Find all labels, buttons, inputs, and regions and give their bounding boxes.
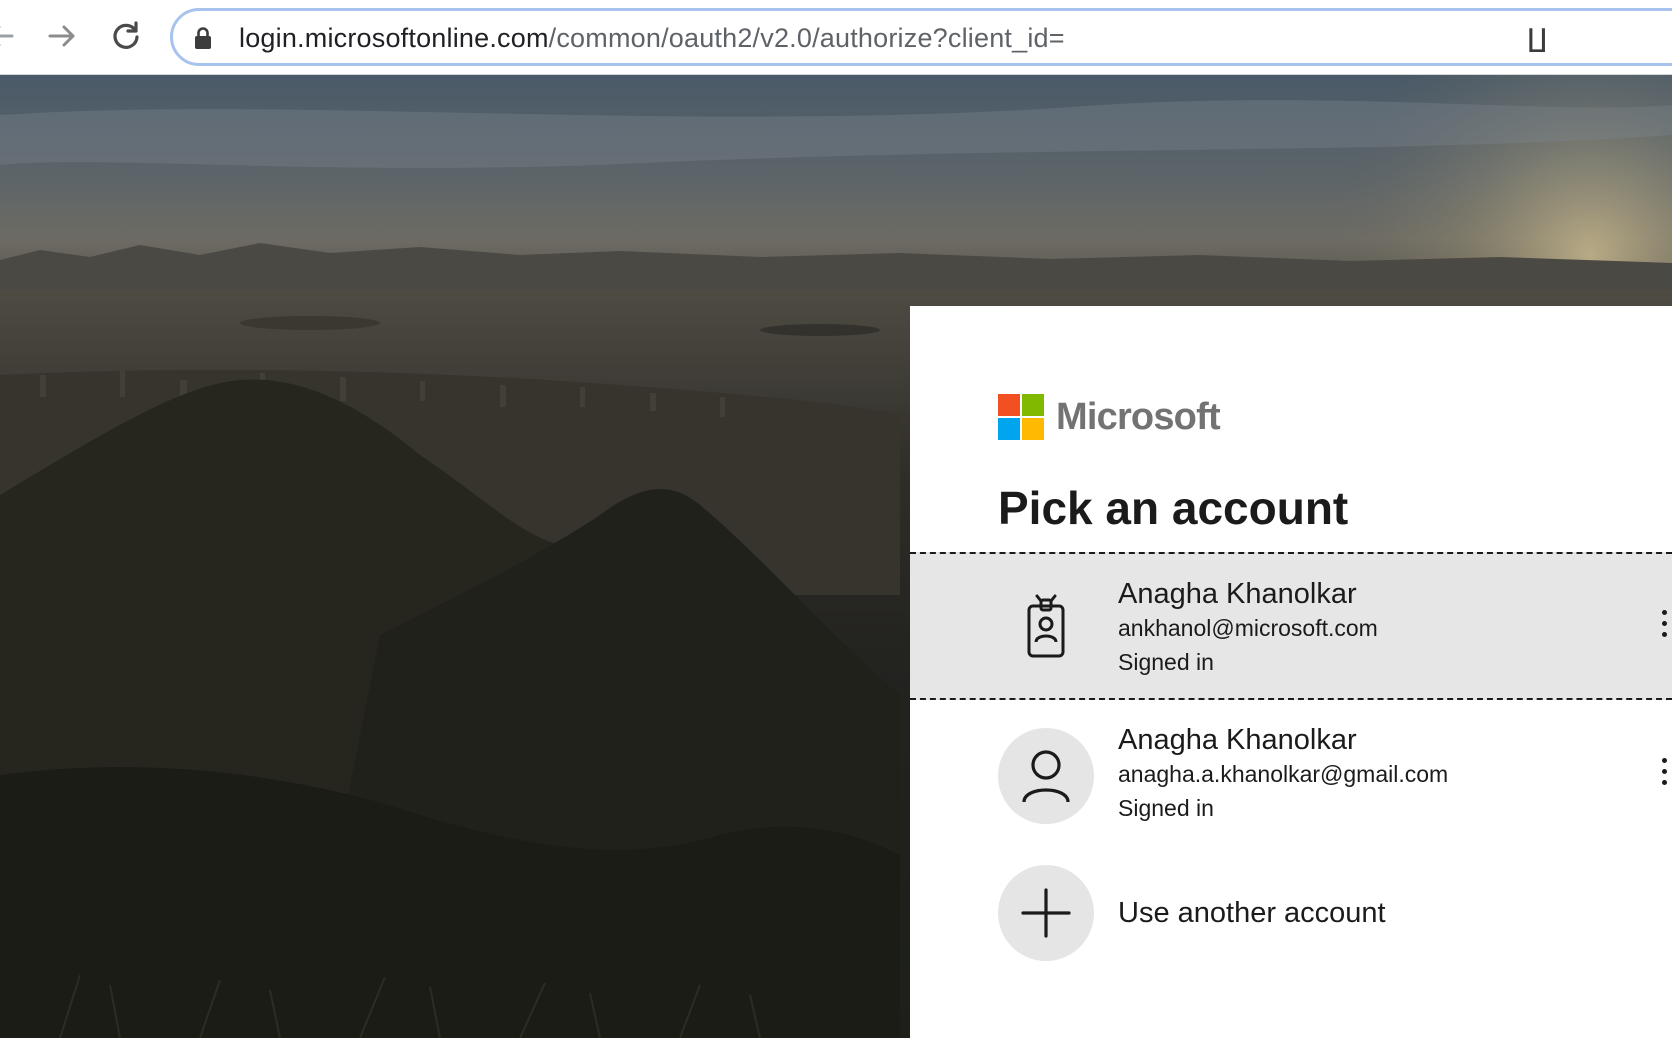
back-button[interactable]: [0, 14, 22, 58]
lock-icon[interactable]: [193, 26, 213, 55]
use-another-account-label: Use another account: [1118, 897, 1386, 929]
logo-square-yellow: [1022, 418, 1044, 440]
logo-square-green: [1022, 394, 1044, 416]
forward-button[interactable]: [40, 14, 84, 58]
forward-arrow-icon: [46, 20, 78, 52]
url-host: login.microsoftonline.com: [239, 23, 549, 53]
account-email: anagha.a.khanolkar@gmail.com: [1118, 761, 1449, 787]
account-status: Signed in: [1118, 795, 1214, 821]
back-arrow-icon: [0, 21, 15, 51]
url-text[interactable]: login.microsoftonline.com/common/oauth2/…: [239, 23, 1065, 53]
page-title: Pick an account: [998, 482, 1349, 534]
reload-button[interactable]: [104, 14, 148, 58]
account-picker-card: Microsoft Pick an account Anagha Khanolk…: [910, 306, 1672, 1038]
account-name: Anagha Khanolkar: [1118, 578, 1357, 610]
account-tile-work[interactable]: Anagha Khanolkar ankhanol@microsoft.com …: [910, 552, 1672, 700]
account-tile-personal[interactable]: Anagha Khanolkar anagha.a.khanolkar@gmai…: [910, 702, 1672, 850]
microsoft-logo-icon: [998, 394, 1044, 440]
account-name: Anagha Khanolkar: [1118, 724, 1357, 756]
more-options-icon[interactable]: [1662, 610, 1672, 637]
account-tile-text: Anagha Khanolkar anagha.a.khanolkar@gmai…: [1118, 722, 1448, 826]
reload-icon: [110, 20, 142, 52]
account-email: ankhanol@microsoft.com: [1118, 615, 1378, 641]
browser-toolbar: login.microsoftonline.com/common/oauth2/…: [0, 0, 1672, 75]
plus-icon: [998, 865, 1094, 961]
address-bar[interactable]: login.microsoftonline.com/common/oauth2/…: [170, 8, 1672, 66]
account-status: Signed in: [1118, 649, 1214, 675]
logo-square-red: [998, 394, 1020, 416]
logo-square-blue: [998, 418, 1020, 440]
use-another-account-button[interactable]: Use another account: [910, 848, 1672, 978]
key-icon[interactable]: ∐: [1527, 23, 1547, 54]
person-icon: [998, 728, 1094, 824]
microsoft-wordmark: Microsoft: [1056, 396, 1221, 438]
more-options-icon[interactable]: [1662, 758, 1672, 785]
account-tile-text: Anagha Khanolkar ankhanol@microsoft.com …: [1118, 576, 1378, 680]
work-badge-icon: [998, 578, 1094, 674]
url-path: /common/oauth2/v2.0/authorize?client_id=: [548, 23, 1065, 53]
